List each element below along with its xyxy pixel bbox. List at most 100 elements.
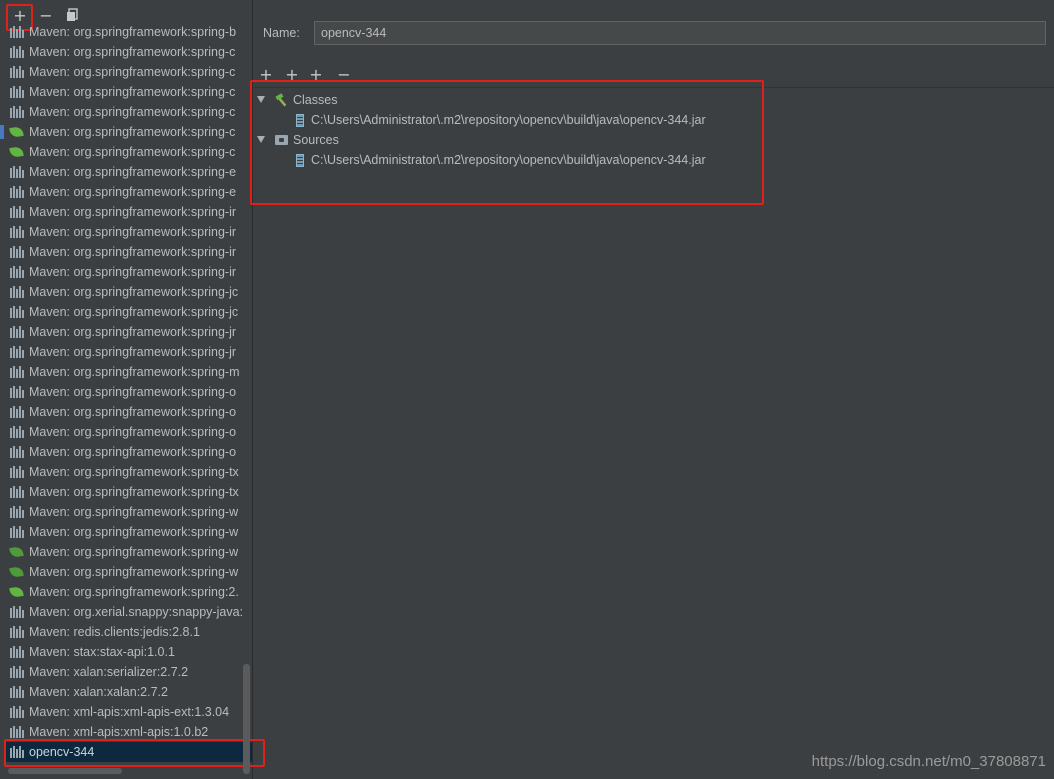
sources-jar-path: C:\Users\Administrator\.m2\repository\op… [311,153,706,167]
library-item[interactable]: Maven: org.springframework:spring-ir [6,222,252,242]
spring-web-icon [9,565,24,579]
library-item-label: Maven: xalan:xalan:2.7.2 [29,685,168,699]
library-item[interactable]: Maven: org.springframework:spring-e [6,182,252,202]
library-item-label: Maven: org.springframework:spring-ir [29,245,237,259]
classes-jar-entry[interactable]: C:\Users\Administrator\.m2\repository\op… [254,110,1054,130]
library-item[interactable]: Maven: org.springframework:spring-jr [6,322,252,342]
library-item[interactable]: Maven: org.springframework:spring:2. [6,582,252,602]
library-item[interactable]: Maven: org.springframework:spring-ir [6,262,252,282]
library-icon [10,626,24,638]
library-item-label: Maven: stax:stax-api:1.0.1 [29,645,175,659]
library-icon [10,186,24,198]
library-item-label: Maven: org.springframework:spring:2. [29,585,239,599]
library-item[interactable]: Maven: xalan:xalan:2.7.2 [6,682,252,702]
library-item-label: Maven: org.springframework:spring-c [29,145,236,159]
library-item[interactable]: Maven: org.springframework:spring-w [6,522,252,542]
library-icon [10,706,24,718]
library-item-label: Maven: org.springframework:spring-o [29,385,237,399]
library-item[interactable]: Maven: org.springframework:spring-o [6,402,252,422]
library-item[interactable]: Maven: stax:stax-api:1.0.1 [6,642,252,662]
add-root-button[interactable]: + [257,66,275,84]
library-icon [10,166,24,178]
library-item-label: opencv-344 [29,745,95,759]
library-item[interactable]: Maven: org.springframework:spring-tx [6,462,252,482]
expand-arrow-icon[interactable] [257,96,265,103]
library-item-label: Maven: org.springframework:spring-jr [29,325,237,339]
library-item[interactable]: Maven: redis.clients:jedis:2.8.1 [6,622,252,642]
library-item[interactable]: Maven: org.springframework:spring-ir [6,202,252,222]
library-item-label: Maven: org.springframework:spring-jc [29,285,239,299]
horizontal-scrollbar[interactable] [8,768,122,774]
library-item-label: Maven: org.springframework:spring-m [29,365,240,379]
sources-jar-entry[interactable]: C:\Users\Administrator\.m2\repository\op… [254,150,1054,170]
library-item[interactable]: Maven: xalan:serializer:2.7.2 [6,662,252,682]
library-icon [10,686,24,698]
library-item[interactable]: Maven: org.springframework:spring-w [6,542,252,562]
library-icon [10,426,24,438]
watermark: https://blog.csdn.net/m0_37808871 [811,753,1046,770]
library-list-panel: + − Maven: org.springframework:spring-b M… [0,0,265,779]
library-item-label: Maven: org.springframework:spring-jr [29,345,237,359]
library-item[interactable]: Maven: org.springframework:spring-tx [6,482,252,502]
library-icon [10,246,24,258]
library-item-label: Maven: org.springframework:spring-c [29,105,236,119]
spring-leaf-icon [9,125,24,139]
library-item[interactable]: Maven: org.springframework:spring-c [6,142,252,162]
library-item-label: Maven: org.springframework:spring-o [29,445,237,459]
library-item[interactable]: Maven: org.springframework:spring-e [6,162,252,182]
library-icon [10,86,24,98]
library-item[interactable]: Maven: org.springframework:spring-c [6,42,252,62]
classes-label: Classes [293,93,338,107]
library-item[interactable]: Maven: xml-apis:xml-apis-ext:1.3.04 [6,702,252,722]
library-icon [10,466,24,478]
attach-files-button[interactable]: + [307,66,325,84]
sources-label: Sources [293,133,339,147]
library-item[interactable]: Maven: org.springframework:spring-w [6,502,252,522]
library-icon [10,46,24,58]
sources-node[interactable]: Sources [254,130,1054,150]
vertical-scrollbar[interactable] [243,664,250,774]
library-item[interactable]: Maven: org.springframework:spring-o [6,442,252,462]
library-item-label: Maven: org.springframework:spring-o [29,425,237,439]
remove-root-button[interactable]: − [335,66,353,84]
library-item-selected[interactable]: opencv-344 [6,742,252,762]
library-item[interactable]: Maven: org.springframework:spring-w [6,562,252,582]
library-icon [10,26,24,38]
library-icon [10,66,24,78]
library-item[interactable]: Maven: org.springframework:spring-c [6,122,252,142]
classes-node[interactable]: Classes [254,90,1054,110]
library-item[interactable]: Maven: org.springframework:spring-c [6,82,252,102]
library-item-label: Maven: redis.clients:jedis:2.8.1 [29,625,200,639]
library-detail-panel: Name: opencv-344 + + + − Classes C:\User… [250,0,1054,779]
copy-icon [67,8,78,21]
expand-arrow-icon[interactable] [257,136,265,143]
library-item-label: Maven: org.springframework:spring-c [29,85,236,99]
library-item[interactable]: Maven: org.springframework:spring-m [6,362,252,382]
library-icon [10,506,24,518]
library-item[interactable]: Maven: org.springframework:spring-c [6,102,252,122]
library-item-label: Maven: org.springframework:spring-w [29,505,239,519]
library-item[interactable]: Maven: org.springframework:spring-jc [6,282,252,302]
library-item-label: Maven: org.springframework:spring-ir [29,225,237,239]
library-item[interactable]: Maven: org.springframework:spring-o [6,422,252,442]
library-item[interactable]: Maven: org.springframework:spring-o [6,382,252,402]
library-item[interactable]: Maven: org.springframework:spring-ir [6,242,252,262]
add-classes-button[interactable]: + [283,66,301,84]
library-item[interactable]: Maven: org.xerial.snappy:snappy-java: [6,602,252,622]
library-item[interactable]: Maven: xml-apis:xml-apis:1.0.b2 [6,722,252,742]
library-item-label: Maven: xml-apis:xml-apis-ext:1.3.04 [29,705,230,719]
library-roots-tree: Classes C:\Users\Administrator\.m2\repos… [254,90,1054,170]
library-item-label: Maven: org.springframework:spring-e [29,185,237,199]
library-item[interactable]: Maven: org.springframework:spring-jc [6,302,252,322]
library-item[interactable]: Maven: org.springframework:spring-c [6,62,252,82]
library-item[interactable]: Maven: org.springframework:spring-jr [6,342,252,362]
library-name-field[interactable]: opencv-344 [314,21,1046,45]
spring-leaf-icon [9,585,24,599]
library-item[interactable]: Maven: org.springframework:spring-b [6,22,252,42]
library-icon [10,446,24,458]
library-icon [10,646,24,658]
library-item-label: Maven: org.springframework:spring-b [29,25,237,39]
library-item-label: Maven: org.springframework:spring-w [29,545,239,559]
library-item-label: Maven: org.springframework:spring-c [29,125,236,139]
library-icon [10,226,24,238]
